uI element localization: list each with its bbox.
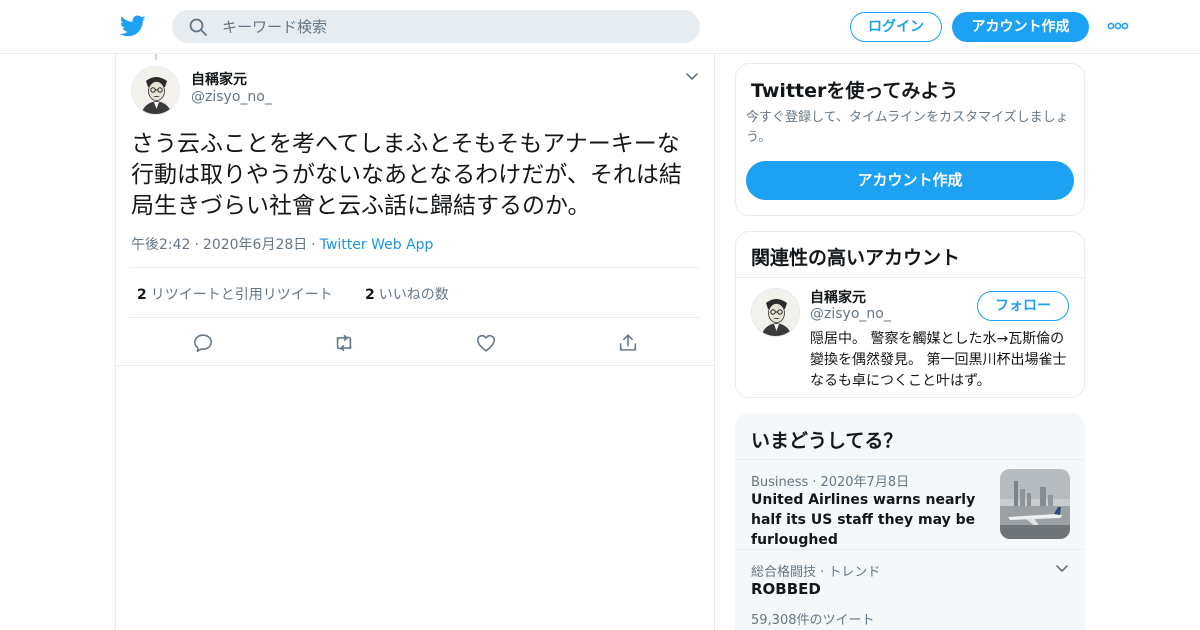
search-icon <box>189 18 207 36</box>
top-navigation-bar: ログイン アカウント作成 <box>0 0 1200 54</box>
avatar-illustration <box>752 289 799 336</box>
trend-tweet-count: 59,308件のツイート <box>751 613 875 628</box>
login-button[interactable]: ログイン <box>850 12 942 42</box>
tweet-text: さう云ふことを考へてしまふとそもそもアナーキーな行動は取りやうがないなあとなるわ… <box>131 131 682 219</box>
divider <box>736 459 1084 460</box>
trends-title: いまどうしてる？ <box>751 430 903 452</box>
divider <box>736 549 1084 550</box>
like-count: 2 <box>365 287 375 303</box>
like-stat-label: いいねの数 <box>378 287 449 303</box>
search-input[interactable] <box>222 10 682 43</box>
meta-separator: · <box>812 475 817 490</box>
twitter-bird-icon[interactable] <box>120 13 146 39</box>
like-heart-icon[interactable] <box>475 332 497 354</box>
meta-separator: · <box>194 237 199 253</box>
author-handle[interactable]: @zisyo_no_ <box>191 89 272 105</box>
tweet-stats: 2 リツイートと引用リツイート 2 いいねの数 <box>129 267 699 318</box>
retweet-icon[interactable] <box>333 332 355 354</box>
like-stat[interactable]: 2 いいねの数 <box>365 284 449 304</box>
related-accounts-card: 関連性の高いアカウント 自稱家元 @zisyo_no_ フォロー 隠居中。 警察… <box>735 231 1085 398</box>
related-account-name[interactable]: 自稱家元 <box>810 287 866 307</box>
airplane-skyline-image <box>1000 469 1070 539</box>
signup-card-title: Twitterを使ってみよう <box>751 80 959 102</box>
chevron-down-icon[interactable] <box>684 69 700 85</box>
trend-news-date: 2020年7月8日 <box>820 475 910 490</box>
trend-name[interactable]: ROBBED <box>751 580 821 598</box>
follow-button[interactable]: フォロー <box>977 291 1069 321</box>
trend-news-headline[interactable]: United Airlines warns nearly half its US… <box>751 490 991 550</box>
related-account-handle[interactable]: @zisyo_no_ <box>810 306 891 322</box>
related-accounts-title: 関連性の高いアカウント <box>751 247 961 269</box>
avatar-illustration <box>132 67 179 114</box>
retweet-count: 2 <box>137 287 147 303</box>
trend-context: 総合格闘技 · トレンド <box>751 565 881 580</box>
trend-news-meta: Business · 2020年7月8日 <box>751 471 909 490</box>
divider <box>736 277 1084 278</box>
retweet-stat-label: リツイートと引用リツイート <box>150 287 333 303</box>
reply-icon[interactable] <box>192 332 214 354</box>
tweet-actions <box>116 318 714 366</box>
signup-card-button[interactable]: アカウント作成 <box>746 161 1074 200</box>
signup-button[interactable]: アカウント作成 <box>952 12 1089 42</box>
signup-card-description: 今すぐ登録して、タイムラインをカスタマイズしましょう。 <box>746 110 1069 145</box>
signup-card: Twitterを使ってみよう 今すぐ登録して、タイムラインをカスタマイズしましょ… <box>735 63 1085 216</box>
meta-separator: · <box>311 237 316 253</box>
thread-connector-line <box>155 54 157 60</box>
tweet-source-link[interactable]: Twitter Web App <box>320 237 434 253</box>
trend-news-thumbnail[interactable] <box>1000 469 1070 539</box>
search-bar[interactable] <box>172 10 700 43</box>
avatar[interactable] <box>131 66 180 115</box>
tweet-date[interactable]: 2020年6月28日 <box>203 237 307 253</box>
tweet-timestamp: 午後2:42 · 2020年6月28日 · Twitter Web App <box>131 234 433 254</box>
trends-card: いまどうしてる？ Business · 2020年7月8日 United Airli… <box>735 413 1085 630</box>
share-icon[interactable] <box>617 332 639 354</box>
tweet-column: 自稱家元 @zisyo_no_ さう云ふことを考へてしまふとそもそもアナーキーな… <box>115 54 715 630</box>
more-dots-icon[interactable] <box>1107 19 1129 33</box>
tweet-time[interactable]: 午後2:42 <box>131 237 190 253</box>
author-name[interactable]: 自稱家元 <box>191 69 247 89</box>
trend-news-category: Business <box>751 475 809 490</box>
chevron-down-icon[interactable] <box>1054 561 1070 577</box>
related-account-avatar[interactable] <box>751 288 800 337</box>
retweet-stat[interactable]: 2 リツイートと引用リツイート <box>137 284 333 304</box>
related-account-bio: 隠居中。 警察を觸媒とした水→瓦斯倫の變換を偶然發見。 第一回黒川杯出場雀士なる… <box>810 331 1067 389</box>
